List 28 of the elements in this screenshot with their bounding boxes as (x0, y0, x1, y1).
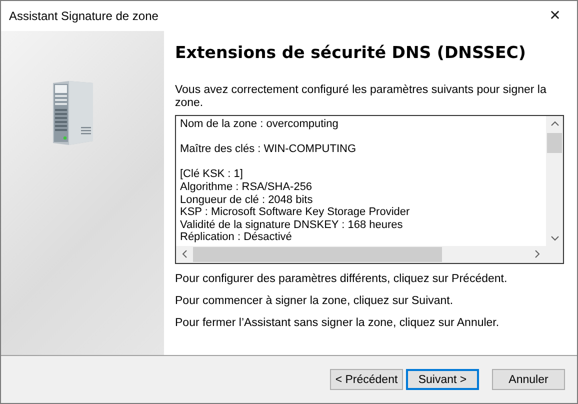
vertical-scrollbar[interactable] (546, 116, 563, 246)
scroll-up-icon[interactable] (550, 121, 558, 126)
summary-line: Algorithme : RSA/SHA-256 (180, 180, 314, 194)
wizard-button[interactable]: Annuler (492, 369, 565, 390)
summary-line: Validité de la signature DNSKEY : 168 heures (180, 218, 404, 232)
scroll-left-icon[interactable] (182, 250, 187, 258)
scrollbar-thumb[interactable] (193, 246, 442, 262)
summary-line: Maître des clés : WIN-COMPUTING (180, 143, 358, 156)
instruction-text: Pour configurer des paramètres différents, cliquez sur Précédent. (175, 272, 508, 286)
summary-line: [Clé KSK : 1] (180, 168, 244, 181)
page-heading: Extensions de sécurité DNS (DNSSEC) (175, 43, 527, 62)
intro-text: Vous avez correctement configuré les paramètres suivants pour signer la zone. (175, 84, 547, 110)
summary-line: Nom de la zone : overcomputing (180, 118, 340, 131)
horizontal-scrollbar[interactable] (176, 246, 563, 263)
summary-line: Longueur de clé : 2048 bits (180, 194, 314, 206)
scrollbar-thumb[interactable] (547, 133, 562, 153)
window-title: Assistant Signature de zone (9, 9, 158, 23)
summary-textbox[interactable] (175, 115, 564, 264)
summary-line: KSP : Microsoft Software Key Storage Provider (180, 206, 411, 219)
wizard-button[interactable]: < Précédent (330, 369, 403, 390)
server-tower-icon (52, 81, 92, 145)
scroll-right-icon[interactable] (535, 250, 540, 258)
summary-line: Réplication : Désactivé (180, 231, 293, 244)
instruction-text: Pour commencer à signer la zone, cliquez sur Suivant. (175, 294, 454, 308)
wizard-button[interactable]: Suivant > (406, 369, 479, 390)
scroll-down-icon[interactable] (550, 236, 558, 241)
close-button[interactable]: ✕ (533, 2, 577, 30)
instruction-text: Pour fermer l’Assistant sans signer la zone, cliquez sur Annuler. (175, 316, 500, 330)
